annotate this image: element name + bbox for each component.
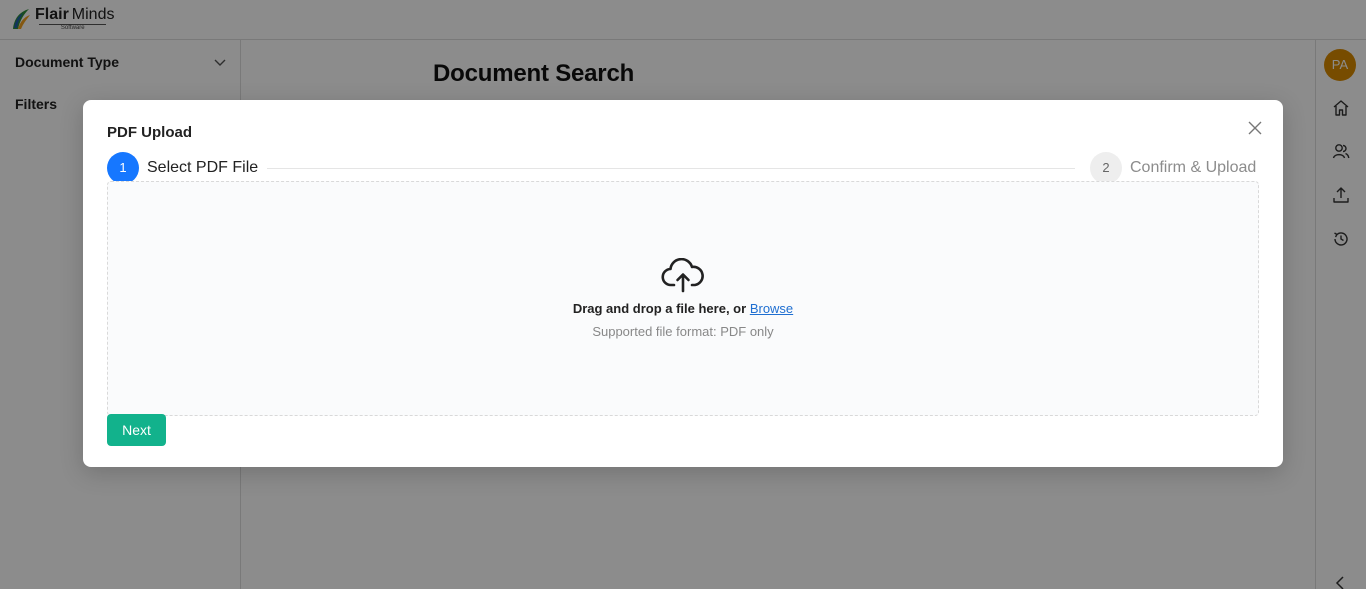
pdf-upload-modal: PDF Upload 1 Select PDF File 2 Confirm &… — [83, 100, 1283, 467]
dropzone-hint: Supported file format: PDF only — [592, 324, 774, 339]
app-root: Flair Minds Software Document Type Filter… — [0, 0, 1366, 589]
step-connector — [267, 168, 1075, 169]
step-label: Confirm & Upload — [1130, 159, 1257, 176]
dropzone-instructions: Drag and drop a file here, or Browse — [108, 301, 1258, 316]
step-label: Select PDF File — [147, 159, 259, 176]
upload-steps: 1 Select PDF File 2 Confirm & Upload — [107, 152, 1259, 184]
dropzone-text: Drag and drop a file here, or — [572, 301, 747, 316]
cloud-upload-icon — [661, 258, 704, 293]
modal-title: PDF Upload — [107, 124, 192, 141]
file-dropzone[interactable]: Drag and drop a file here, or Browse Sup… — [107, 181, 1259, 416]
next-button[interactable]: Next — [107, 414, 166, 446]
close-icon[interactable] — [1247, 120, 1263, 136]
step-number: 1 — [107, 152, 139, 184]
browse-link[interactable]: Browse — [750, 301, 793, 316]
step-number: 2 — [1090, 152, 1122, 184]
